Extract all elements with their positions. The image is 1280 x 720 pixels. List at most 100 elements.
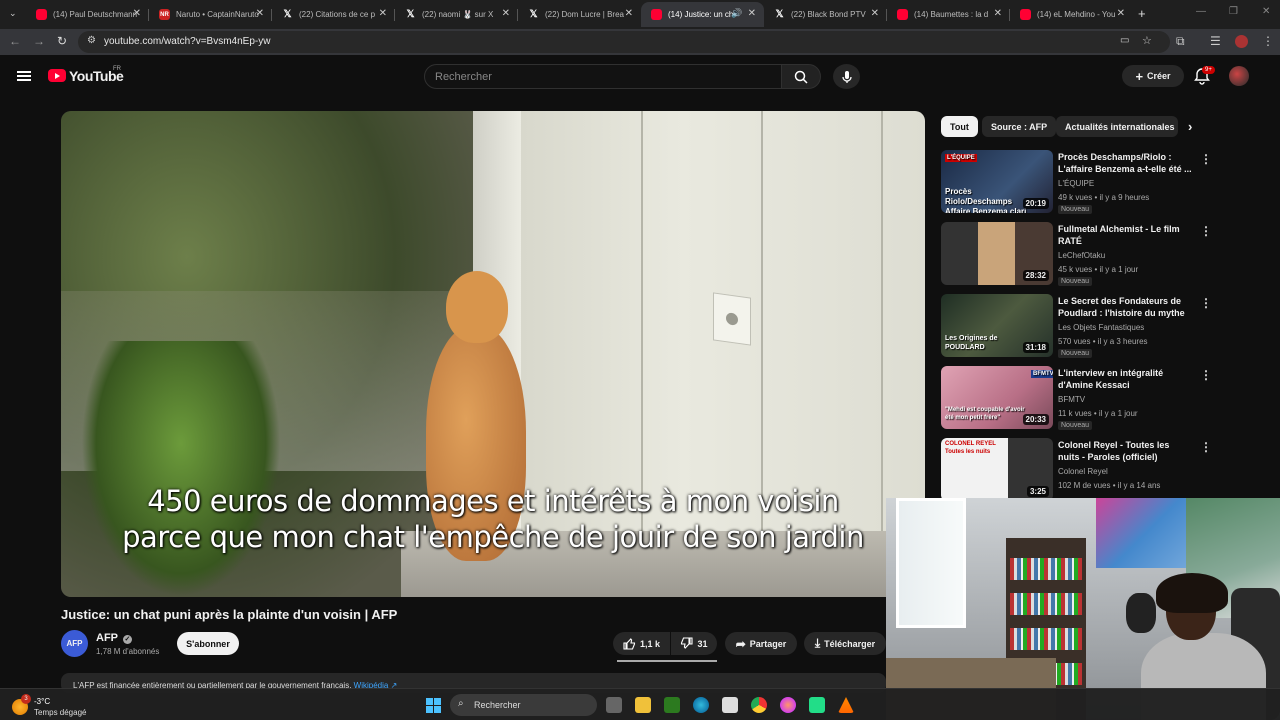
x-icon: 𝕏 — [406, 9, 415, 20]
channel-name[interactable]: Colonel Reyel — [1058, 467, 1108, 476]
close-tab-icon[interactable]: ✕ — [256, 8, 264, 19]
browser-tab[interactable]: (14) Paul Deutschmann ✕ — [26, 2, 149, 27]
nvidia-icon[interactable] — [664, 697, 680, 713]
microsoft-store-icon[interactable] — [722, 697, 738, 713]
browser-tab[interactable]: (14) Baumettes : la d ✕ — [887, 2, 1010, 27]
close-tab-icon[interactable]: ✕ — [1117, 8, 1125, 19]
reading-list-icon[interactable]: ☰ — [1210, 34, 1221, 48]
youtube-icon — [36, 9, 47, 20]
video-thumbnail[interactable]: L'ÉQUIPE Procès Riolo/Deschamps Affaire … — [941, 150, 1053, 213]
close-tab-icon[interactable]: ✕ — [379, 8, 387, 19]
channel-name[interactable]: Les Objets Fantastiques — [1058, 323, 1144, 332]
close-tab-icon[interactable]: ✕ — [133, 8, 141, 19]
profile-icon[interactable] — [1235, 35, 1248, 48]
share-button[interactable]: ➦ Partager — [725, 632, 797, 655]
vlc-icon[interactable] — [838, 697, 854, 713]
account-avatar[interactable] — [1229, 66, 1249, 86]
bookmark-star-icon[interactable]: ☆ — [1142, 34, 1152, 47]
close-tab-icon[interactable]: ✕ — [502, 8, 510, 19]
video-title[interactable]: Le Secret des Fondateurs de Poudlard : l… — [1058, 295, 1193, 319]
browser-tab[interactable]: 𝕏 (22) Black Bond PTV ✕ — [764, 2, 887, 27]
video-thumbnail[interactable]: BFMTV "Mehdi est coupable d'avoir été mo… — [941, 366, 1053, 429]
video-player[interactable]: 450 euros de dommages et intérêts à mon … — [61, 111, 925, 597]
recommended-video[interactable]: COLONEL REYEL Toutes les nuits 3:25 Colo… — [941, 438, 1212, 504]
weather-widget[interactable]: 3 -3°C Temps dégagé — [12, 694, 132, 718]
video-thumbnail[interactable]: Les Origines de POUDLARD 31:18 — [941, 294, 1053, 357]
chip-next-chevron-icon[interactable]: › — [1188, 119, 1192, 134]
chip-source-afp[interactable]: Source : AFP — [982, 116, 1057, 137]
more-options-icon[interactable]: ⋮ — [1200, 224, 1212, 238]
subscribe-button[interactable]: S'abonner — [177, 632, 239, 655]
share-label: Partager — [749, 638, 787, 649]
create-button[interactable]: + Créer — [1122, 65, 1184, 87]
app-icon[interactable] — [809, 697, 825, 713]
restore-window-icon[interactable]: ❐ — [1229, 6, 1238, 17]
video-title[interactable]: Fullmetal Alchemist - Le film RATÉ — [1058, 223, 1193, 247]
task-view-icon[interactable] — [606, 697, 622, 713]
download-button[interactable]: ⤓ Télécharger — [804, 632, 886, 655]
chrome-icon[interactable] — [751, 697, 767, 713]
chip-all[interactable]: Tout — [941, 116, 978, 137]
video-thumbnail[interactable]: 28:32 — [941, 222, 1053, 285]
address-bar[interactable]: ⚙ youtube.com/watch?v=Bvsm4nEp-yw ▭ ☆ — [78, 31, 1170, 53]
extensions-icon[interactable]: ⧉ — [1176, 34, 1185, 49]
recommended-video[interactable]: Les Origines de POUDLARD 31:18 Le Secret… — [941, 294, 1212, 360]
more-options-icon[interactable]: ⋮ — [1200, 440, 1212, 454]
browser-tab[interactable]: NR Naruto • CaptainNaruto ✕ — [149, 2, 272, 27]
browser-tab[interactable]: 𝕏 (22) Dom Lucre | Brea ✕ — [518, 2, 641, 27]
back-icon[interactable]: ← — [9, 34, 21, 48]
browser-menu-icon[interactable]: ⋮ — [1262, 34, 1274, 48]
close-tab-icon[interactable]: ✕ — [748, 8, 756, 19]
site-info-icon[interactable]: ⚙ — [87, 35, 96, 46]
search-button[interactable] — [781, 64, 821, 89]
url-text[interactable]: youtube.com/watch?v=Bvsm4nEp-yw — [104, 36, 270, 47]
browser-tab[interactable]: (14) eL Mehdino - You ✕ — [1010, 2, 1133, 27]
video-thumbnail[interactable]: COLONEL REYEL Toutes les nuits 3:25 — [941, 438, 1053, 501]
video-title[interactable]: Procès Deschamps/Riolo : L'affaire Benze… — [1058, 151, 1193, 175]
edge-icon[interactable] — [693, 697, 709, 713]
channel-name[interactable]: LeChefOtaku — [1058, 251, 1105, 260]
more-options-icon[interactable]: ⋮ — [1200, 368, 1212, 382]
audio-playing-icon[interactable]: 🔊 — [731, 8, 742, 19]
youtube-logo-icon[interactable] — [48, 69, 66, 82]
video-title[interactable]: L'interview en intégralité d'Amine Kessa… — [1058, 367, 1193, 391]
close-tab-icon[interactable]: ✕ — [871, 8, 879, 19]
close-tab-icon[interactable]: ✕ — [625, 8, 633, 19]
channel-name[interactable]: BFMTV — [1058, 395, 1085, 404]
browser-tab[interactable]: 𝕏 (22) Citations de ce p ✕ — [272, 2, 395, 27]
chip-international-news[interactable]: Actualités internationales — [1056, 116, 1178, 137]
close-window-icon[interactable]: ✕ — [1262, 6, 1270, 17]
cast-icon[interactable]: ▭ — [1120, 35, 1129, 46]
windows-start-icon[interactable] — [426, 698, 441, 713]
browser-tab[interactable]: 𝕏 (22) naomi 🐰 sur X ✕ — [395, 2, 518, 27]
close-tab-icon[interactable]: ✕ — [994, 8, 1002, 19]
browser-tab-active[interactable]: (14) Justice: un ch 🔊 ✕ — [641, 2, 764, 27]
voice-search-button[interactable] — [833, 64, 860, 89]
video-title[interactable]: Colonel Reyel - Toutes les nuits - Parol… — [1058, 439, 1193, 463]
reload-icon[interactable]: ↻ — [57, 34, 67, 48]
thumbnail-brand: BFMTV — [1031, 370, 1053, 378]
tab-title: (22) Dom Lucre | Brea — [545, 10, 624, 19]
taskbar-search-input[interactable]: ⌕ Rechercher — [450, 694, 597, 716]
file-explorer-icon[interactable] — [635, 697, 651, 713]
dislike-button[interactable]: 31 — [671, 632, 717, 655]
more-options-icon[interactable]: ⋮ — [1200, 152, 1212, 166]
menu-hamburger-icon[interactable] — [17, 71, 31, 81]
forward-icon[interactable]: → — [33, 34, 45, 48]
channel-name[interactable]: L'ÉQUIPE — [1058, 179, 1094, 188]
download-label: Télécharger — [824, 638, 876, 649]
channel-name[interactable]: AFP ✓ — [96, 632, 132, 644]
search-input[interactable]: Rechercher — [424, 64, 782, 89]
tab-search-chevron-icon[interactable]: ⌄ — [9, 8, 17, 19]
minimize-window-icon[interactable]: — — [1196, 6, 1206, 17]
more-options-icon[interactable]: ⋮ — [1200, 296, 1212, 310]
search-icon: ⌕ — [458, 698, 464, 709]
like-button[interactable]: 1,1 k — [613, 632, 670, 655]
recommended-video[interactable]: L'ÉQUIPE Procès Riolo/Deschamps Affaire … — [941, 150, 1212, 216]
new-tab-button[interactable]: + — [1138, 6, 1146, 21]
recommended-video[interactable]: BFMTV "Mehdi est coupable d'avoir été mo… — [941, 366, 1212, 432]
recommended-video[interactable]: 28:32 Fullmetal Alchemist - Le film RATÉ… — [941, 222, 1212, 288]
youtube-icon — [1020, 9, 1031, 20]
channel-avatar[interactable]: AFP — [61, 630, 88, 657]
firefox-icon[interactable] — [780, 697, 796, 713]
